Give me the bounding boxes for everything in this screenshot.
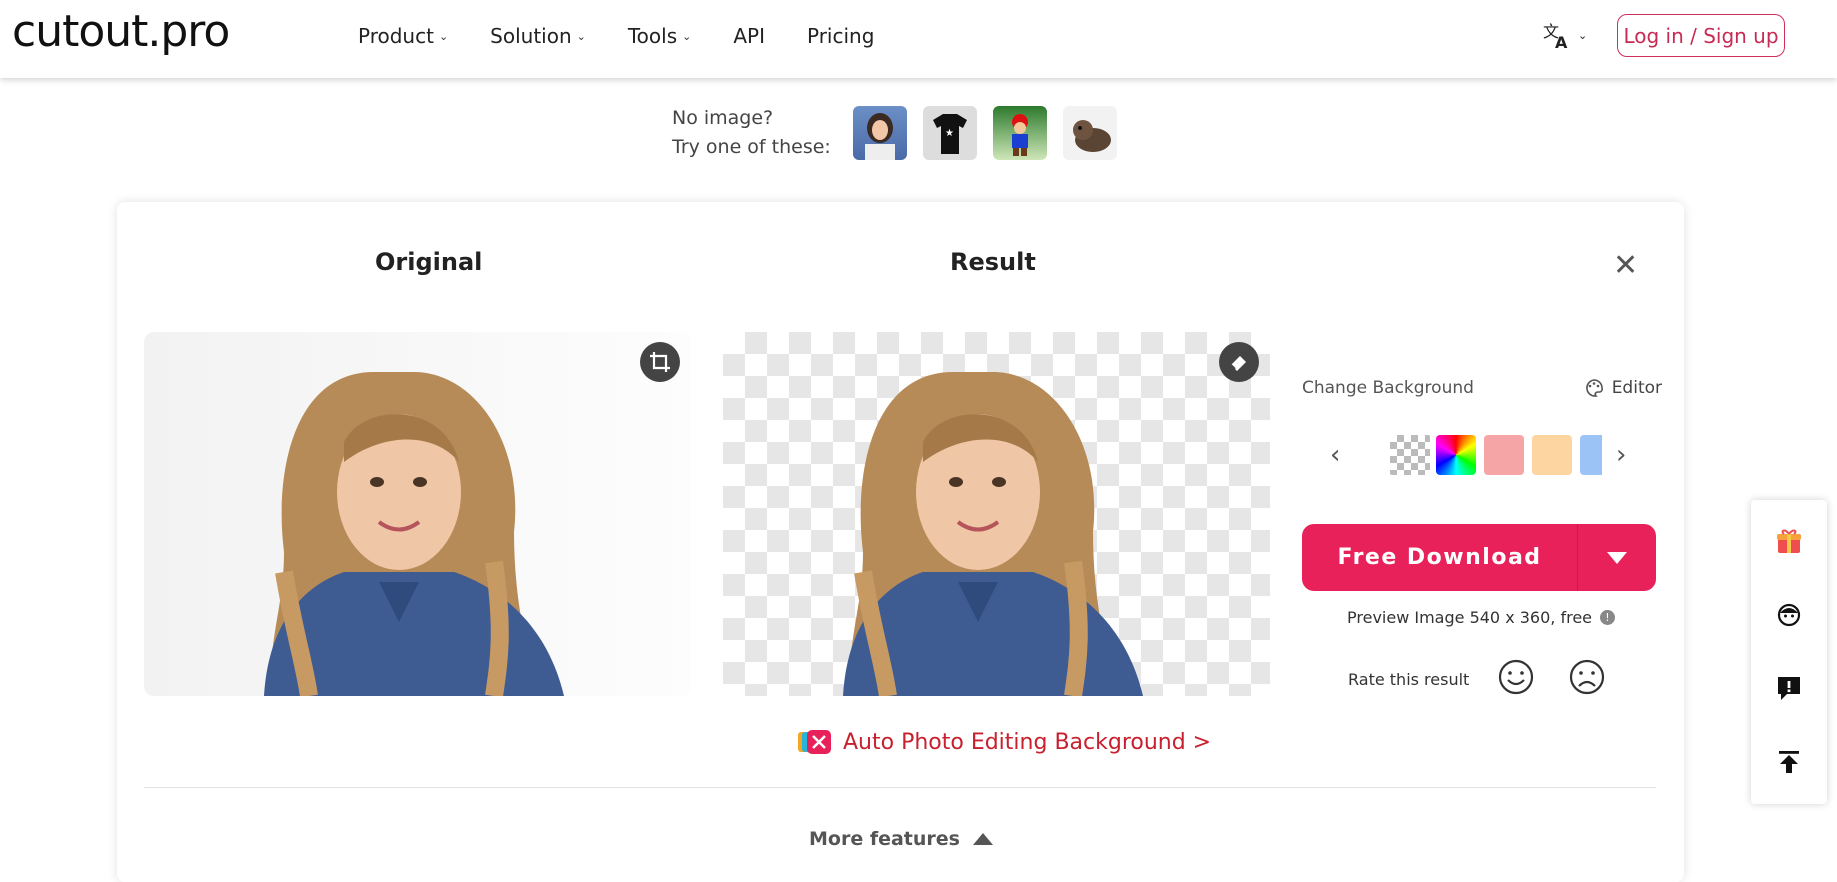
eraser-icon bbox=[1230, 356, 1246, 371]
language-selector[interactable]: 文A ⌄ bbox=[1542, 20, 1587, 50]
result-card: Original Result ✕ Change Background Edit… bbox=[117, 202, 1684, 882]
swatch-transparent[interactable] bbox=[1390, 435, 1430, 475]
top-navbar: cutout.pro Product ⌄ Solution ⌄ Tools ⌄ API… bbox=[0, 0, 1837, 78]
more-features-label: More features bbox=[809, 828, 960, 850]
caret-up-icon bbox=[972, 833, 993, 845]
chevron-down-icon: ⌄ bbox=[438, 29, 449, 43]
smile-icon[interactable] bbox=[1497, 658, 1535, 696]
original-photo bbox=[264, 372, 564, 696]
result-image-panel bbox=[723, 332, 1270, 696]
logo[interactable]: cutout.pro bbox=[12, 6, 230, 57]
nav-label: Solution bbox=[490, 24, 572, 48]
download-options-dropdown[interactable] bbox=[1578, 551, 1656, 565]
back-to-top-button[interactable] bbox=[1774, 747, 1804, 777]
swatch-blue[interactable] bbox=[1580, 435, 1602, 475]
original-title: Original bbox=[375, 248, 483, 276]
svg-text:★: ★ bbox=[945, 128, 954, 139]
chevron-right-icon[interactable]: › bbox=[1616, 440, 1626, 470]
chevron-down-icon: ⌄ bbox=[576, 29, 586, 43]
crop-button[interactable] bbox=[640, 342, 680, 382]
editor-link[interactable]: Editor bbox=[1584, 378, 1662, 398]
result-photo bbox=[843, 372, 1143, 696]
feedback-button[interactable] bbox=[1774, 673, 1804, 703]
crop-icon bbox=[650, 352, 670, 372]
nav-solution[interactable]: Solution ⌄ bbox=[490, 24, 586, 48]
arrow-up-to-top-icon bbox=[1779, 751, 1799, 773]
nav-api[interactable]: API bbox=[733, 24, 765, 48]
frown-icon[interactable] bbox=[1568, 658, 1606, 696]
login-signup-button[interactable]: Log in / Sign up bbox=[1617, 14, 1785, 57]
preview-info-text: Preview Image 540 x 360, free bbox=[1347, 608, 1592, 627]
nav-tools[interactable]: Tools ⌄ bbox=[628, 24, 692, 48]
gift-button[interactable] bbox=[1774, 526, 1804, 556]
main-nav: Product ⌄ Solution ⌄ Tools ⌄ API Pricing bbox=[358, 24, 916, 48]
free-download-button[interactable]: Free Download bbox=[1302, 524, 1656, 591]
sample-thumb-mario[interactable] bbox=[992, 106, 1047, 160]
editor-label: Editor bbox=[1611, 378, 1662, 398]
svg-text:A: A bbox=[1555, 33, 1568, 50]
eraser-button[interactable] bbox=[1219, 342, 1259, 382]
chevron-down-icon: ⌄ bbox=[682, 29, 692, 43]
swatch-rainbow[interactable] bbox=[1436, 435, 1476, 475]
info-icon[interactable]: ! bbox=[1600, 610, 1615, 625]
chevron-down-icon: ⌄ bbox=[1578, 28, 1588, 42]
close-icon[interactable]: ✕ bbox=[1613, 248, 1638, 283]
rate-label: Rate this result bbox=[1348, 670, 1470, 689]
sample-thumb-puppy[interactable] bbox=[1062, 106, 1117, 160]
sample-thumb-girl[interactable] bbox=[852, 106, 907, 160]
auto-link-label: Auto Photo Editing Background > bbox=[843, 729, 1212, 755]
change-background-label: Change Background bbox=[1302, 378, 1474, 398]
translate-icon: 文A bbox=[1543, 22, 1568, 50]
mario-thumb-image bbox=[1011, 114, 1028, 156]
nav-product[interactable]: Product ⌄ bbox=[358, 24, 448, 48]
samples-line1: No image? bbox=[672, 107, 774, 129]
section-divider bbox=[144, 787, 1656, 788]
feedback-icon bbox=[1778, 677, 1800, 700]
tshirt-thumb-image: ★ bbox=[932, 114, 967, 154]
original-image-panel bbox=[144, 332, 691, 696]
sample-thumb-tshirt[interactable]: ★ bbox=[922, 106, 977, 160]
caret-down-icon bbox=[1607, 551, 1627, 564]
floating-toolbar bbox=[1751, 500, 1827, 804]
nav-label: Product bbox=[358, 24, 434, 48]
swatch-pink[interactable] bbox=[1484, 435, 1524, 475]
swatch-peach[interactable] bbox=[1532, 435, 1572, 475]
gift-icon bbox=[1777, 529, 1801, 553]
palette-icon bbox=[1585, 379, 1603, 397]
nav-label: Pricing bbox=[807, 24, 875, 48]
background-swatches: ‹ › bbox=[1302, 432, 1662, 476]
download-label: Free Download bbox=[1337, 545, 1542, 570]
auto-photo-editing-link[interactable]: Auto Photo Editing Background > bbox=[797, 729, 1211, 755]
result-title: Result bbox=[950, 248, 1036, 276]
nav-pricing[interactable]: Pricing bbox=[807, 24, 874, 48]
nav-label: API bbox=[733, 24, 765, 48]
girl-thumb-image bbox=[864, 113, 895, 160]
samples-prompt: No image? Try one of these: bbox=[672, 104, 831, 162]
customer-service-icon bbox=[1777, 603, 1801, 627]
samples-line2: Try one of these: bbox=[672, 136, 831, 158]
more-features-toggle[interactable]: More features bbox=[809, 828, 994, 850]
preview-info: Preview Image 540 x 360, free ! bbox=[1347, 608, 1615, 627]
app-logo-icon bbox=[798, 730, 831, 754]
support-button[interactable] bbox=[1774, 600, 1804, 630]
chevron-left-icon[interactable]: ‹ bbox=[1330, 440, 1340, 470]
nav-label: Tools bbox=[627, 24, 678, 48]
puppy-thumb-image bbox=[1072, 120, 1111, 152]
sample-images: No image? Try one of these: ★ bbox=[672, 104, 1133, 162]
